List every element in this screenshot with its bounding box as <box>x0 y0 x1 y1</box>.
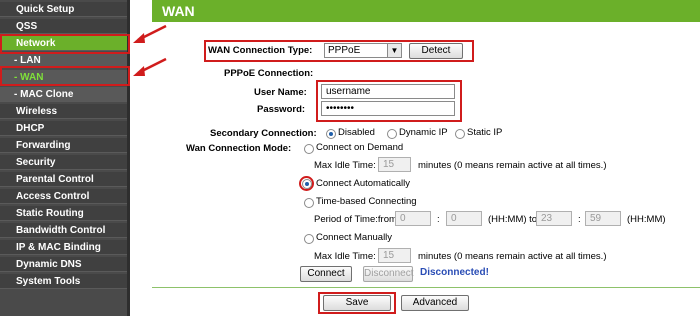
max-idle-label-2: Max Idle Time: <box>314 251 376 262</box>
wan-mode-label: Wan Connection Mode: <box>186 143 292 154</box>
time-colon: : <box>437 214 440 225</box>
sidebar-item-system-tools[interactable]: System Tools <box>0 274 127 289</box>
max-idle-field-2[interactable]: 15 <box>378 248 411 263</box>
time-colon: : <box>578 214 581 225</box>
period-label: Period of Time:from <box>314 214 397 225</box>
secondary-dynamic-ip-label: Dynamic IP <box>399 127 448 138</box>
sidebar-item-quick-setup[interactable]: Quick Setup <box>0 2 127 17</box>
sidebar-item-dhcp[interactable]: DHCP <box>0 121 127 136</box>
sidebar-item-security[interactable]: Security <box>0 155 127 170</box>
password-field[interactable]: •••••••• <box>321 101 455 116</box>
period-to-minute-field[interactable]: 59 <box>585 211 621 226</box>
password-label: Password: <box>257 104 306 115</box>
username-field[interactable]: username <box>321 84 455 99</box>
hhmm-label-1: (HH:MM) to <box>488 214 538 225</box>
username-label: User Name: <box>254 87 307 98</box>
period-from-minute-field[interactable]: 0 <box>446 211 482 226</box>
sidebar-item-access-control[interactable]: Access Control <box>0 189 127 204</box>
advanced-button[interactable]: Advanced <box>401 295 469 311</box>
time-based-radio[interactable] <box>304 198 314 208</box>
annotation-box-wan <box>0 66 130 86</box>
sidebar-item-mac-clone[interactable]: - MAC Clone <box>0 87 127 102</box>
connection-status: Disconnected! <box>420 267 489 278</box>
wan-type-label: WAN Connection Type: <box>208 45 313 56</box>
wan-type-value: PPPoE <box>328 45 361 56</box>
connect-on-demand-radio[interactable] <box>304 144 314 154</box>
sidebar-item-ip-mac-binding[interactable]: IP & MAC Binding <box>0 240 127 255</box>
page-title: WAN <box>162 3 195 19</box>
sidebar-item-bandwidth-control[interactable]: Bandwidth Control <box>0 223 127 238</box>
divider <box>152 287 700 288</box>
sidebar-item-static-routing[interactable]: Static Routing <box>0 206 127 221</box>
secondary-static-ip-radio[interactable] <box>455 129 465 139</box>
title-bar <box>152 0 700 22</box>
time-based-label: Time-based Connecting <box>316 196 417 207</box>
connect-automatically-radio[interactable] <box>302 179 312 189</box>
connect-manually-radio[interactable] <box>304 234 314 244</box>
connect-automatically-label: Connect Automatically <box>316 178 410 189</box>
secondary-disabled-radio[interactable] <box>326 129 336 139</box>
sidebar-item-dynamic-dns[interactable]: Dynamic DNS <box>0 257 127 272</box>
hhmm-label-2: (HH:MM) <box>627 214 666 225</box>
connect-button[interactable]: Connect <box>300 266 352 282</box>
secondary-connection-label: Secondary Connection: <box>210 128 317 139</box>
chevron-down-icon[interactable]: ▼ <box>387 44 401 57</box>
secondary-dynamic-ip-radio[interactable] <box>387 129 397 139</box>
pppoe-connection-label: PPPoE Connection: <box>224 68 314 79</box>
save-button[interactable]: Save <box>323 295 391 311</box>
sidebar-item-parental-control[interactable]: Parental Control <box>0 172 127 187</box>
connect-manually-label: Connect Manually <box>316 232 393 243</box>
period-from-hour-field[interactable]: 0 <box>395 211 431 226</box>
max-idle-label-1: Max Idle Time: <box>314 160 376 171</box>
max-idle-note-2: minutes (0 means remain active at all ti… <box>418 251 607 262</box>
disconnect-button[interactable]: Disconnect <box>363 266 413 282</box>
annotation-arrow-icon <box>133 24 167 43</box>
connect-on-demand-label: Connect on Demand <box>316 142 404 153</box>
sidebar-item-qss[interactable]: QSS <box>0 19 127 34</box>
annotation-arrow-icon <box>133 57 167 76</box>
secondary-disabled-label: Disabled <box>338 127 375 138</box>
sidebar-item-wireless[interactable]: Wireless <box>0 104 127 119</box>
secondary-static-ip-label: Static IP <box>467 127 503 138</box>
detect-button[interactable]: Detect <box>409 43 463 59</box>
wan-type-select[interactable]: PPPoE ▼ <box>324 43 402 58</box>
period-to-hour-field[interactable]: 23 <box>536 211 572 226</box>
sidebar-item-forwarding[interactable]: Forwarding <box>0 138 127 153</box>
max-idle-note-1: minutes (0 means remain active at all ti… <box>418 160 607 171</box>
annotation-box-network <box>0 34 130 54</box>
max-idle-field-1[interactable]: 15 <box>378 157 411 172</box>
